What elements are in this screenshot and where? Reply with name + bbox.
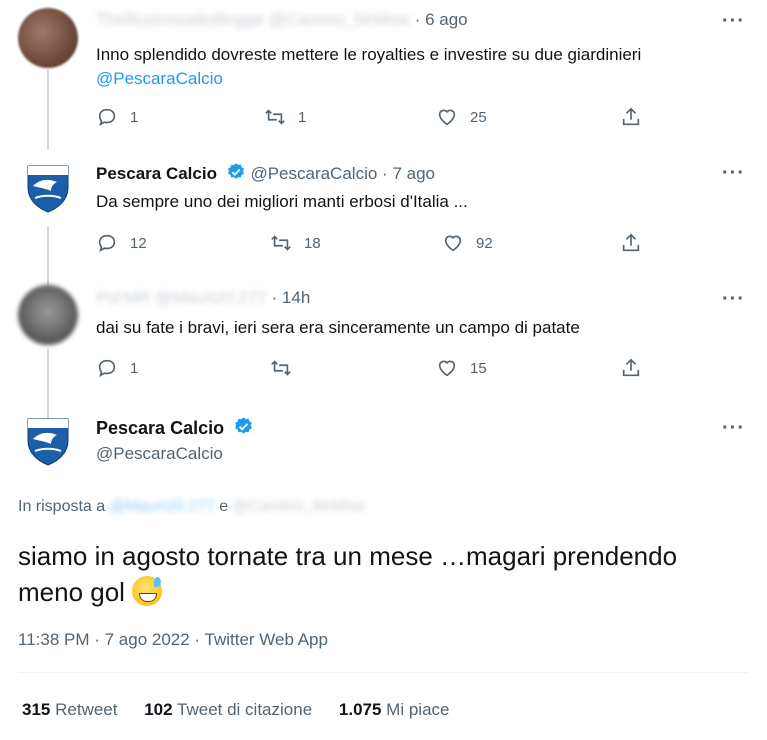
quotes-label: Tweet di citazione bbox=[177, 700, 313, 719]
tweet-header: Pui'MR @Maun20.277 · 14h bbox=[96, 288, 310, 308]
more-options-button[interactable]: ··· bbox=[722, 417, 745, 440]
tweet-text: Inno splendido dovreste mettere le royal… bbox=[96, 43, 641, 91]
retweet-count: 1 bbox=[298, 108, 307, 126]
author-name[interactable]: Pui'MR bbox=[96, 288, 150, 307]
tweet-header: ThelliustrisoattoBngge @Camino_MrMise · … bbox=[96, 10, 468, 30]
share-icon bbox=[622, 107, 640, 126]
like-count: 92 bbox=[476, 234, 493, 252]
more-options-button[interactable]: ··· bbox=[722, 162, 745, 185]
reply-icon bbox=[98, 234, 116, 253]
reply-count: 1 bbox=[130, 108, 139, 126]
separator: · bbox=[271, 288, 282, 307]
sweat-smile-emoji-icon bbox=[132, 576, 163, 606]
retweet-button[interactable]: 18 bbox=[270, 232, 321, 254]
reply-context: In risposta a @Maun20.277 e @Camino_MrMi… bbox=[18, 498, 365, 516]
share-icon bbox=[622, 233, 640, 252]
main-author-handle[interactable]: @PescaraCalcio bbox=[96, 444, 223, 464]
reply-mention[interactable]: @Camino_MrMise bbox=[233, 498, 366, 515]
likes-count: 1.075 bbox=[338, 700, 382, 719]
tweet-actions: 1 1 25 bbox=[96, 106, 656, 130]
like-count: 25 bbox=[470, 108, 487, 126]
author-handle[interactable]: @Maun20.277 bbox=[155, 288, 267, 307]
more-options-button[interactable]: ··· bbox=[722, 10, 745, 33]
thread-tweet-1[interactable]: ThelliustrisoattoBngge @Camino_MrMise · … bbox=[0, 0, 767, 150]
likes-label: Mi piace bbox=[386, 700, 450, 719]
like-icon bbox=[438, 360, 456, 377]
tweet-actions: 1 15 bbox=[96, 357, 656, 381]
like-button[interactable]: 15 bbox=[436, 357, 487, 379]
retweet-icon bbox=[271, 360, 291, 376]
mention-link[interactable]: @PescaraCalcio bbox=[96, 67, 641, 91]
retweets-count: 315 bbox=[22, 700, 51, 719]
tweet-time[interactable]: 7 ago bbox=[392, 164, 435, 183]
separator: · bbox=[382, 164, 393, 183]
tweet-header: Pescara Calcio @PescaraCalcio · 7 ago bbox=[96, 162, 435, 184]
author-handle[interactable]: @PescaraCalcio bbox=[250, 164, 377, 183]
club-logo-icon[interactable] bbox=[25, 164, 71, 214]
reply-button[interactable]: 1 bbox=[96, 106, 138, 128]
retweets-label: Retweet bbox=[55, 700, 118, 719]
like-count: 15 bbox=[470, 359, 487, 377]
main-author-name[interactable]: Pescara Calcio bbox=[96, 416, 254, 439]
reply-icon bbox=[98, 359, 116, 378]
tweet-actions: 12 18 92 bbox=[96, 232, 656, 256]
tweet-time[interactable]: 6 ago bbox=[425, 10, 468, 29]
author-name[interactable]: Pescara Calcio bbox=[96, 164, 217, 183]
reply-button[interactable]: 12 bbox=[96, 232, 147, 254]
thread-line bbox=[47, 349, 49, 419]
verified-badge-icon bbox=[235, 417, 253, 434]
retweet-button[interactable]: 1 bbox=[264, 106, 306, 128]
like-icon bbox=[438, 109, 456, 126]
tweet-text: siamo in agosto tornate tra un mese …mag… bbox=[18, 541, 678, 607]
thread-line bbox=[47, 70, 49, 150]
reply-button[interactable]: 1 bbox=[96, 357, 138, 379]
engagement-stats: 315 Retweet 102 Tweet di citazione 1.075… bbox=[22, 700, 471, 720]
retweet-icon bbox=[265, 109, 285, 125]
share-button[interactable] bbox=[620, 232, 642, 254]
tweet-text-line: Inno splendido dovreste mettere le royal… bbox=[96, 45, 642, 64]
share-button[interactable] bbox=[620, 106, 642, 128]
author-name[interactable]: ThelliustrisoattoBngge bbox=[96, 10, 264, 29]
verified-badge-icon bbox=[227, 163, 244, 179]
quotes-count: 102 bbox=[144, 700, 173, 719]
reply-and: e bbox=[219, 498, 229, 515]
reply-mention[interactable]: @Maun20.277 bbox=[110, 498, 215, 515]
like-button[interactable]: 25 bbox=[436, 106, 487, 128]
tweet-timestamp[interactable]: 11:38 PM · 7 ago 2022 · Twitter Web App bbox=[18, 630, 328, 650]
divider bbox=[18, 672, 748, 673]
like-icon bbox=[444, 235, 462, 252]
tweet-time[interactable]: 14h bbox=[282, 288, 310, 307]
main-tweet-text: siamo in agosto tornate tra un mese …mag… bbox=[18, 538, 738, 610]
reply-count: 1 bbox=[130, 359, 139, 377]
reply-count: 12 bbox=[130, 234, 147, 252]
author-name[interactable]: Pescara Calcio bbox=[96, 418, 224, 438]
reply-icon bbox=[98, 108, 116, 127]
more-options-button[interactable]: ··· bbox=[722, 288, 745, 311]
author-handle[interactable]: @Camino_MrMise bbox=[269, 10, 410, 29]
likes-stat[interactable]: 1.075 Mi piace bbox=[339, 700, 450, 719]
thread-tweet-3[interactable]: Pui'MR @Maun20.277 · 14h ··· dai su fate… bbox=[0, 275, 767, 419]
tweet-text: dai su fate i bravi, ieri sera era since… bbox=[96, 318, 580, 337]
separator: · bbox=[414, 10, 426, 29]
retweet-count: 18 bbox=[304, 234, 321, 252]
retweet-button[interactable] bbox=[270, 357, 304, 379]
share-button[interactable] bbox=[620, 357, 642, 379]
retweets-stat[interactable]: 315 Retweet bbox=[22, 700, 117, 719]
retweet-icon bbox=[271, 235, 291, 251]
share-icon bbox=[622, 358, 640, 377]
reply-prefix: In risposta a bbox=[18, 498, 106, 515]
thread-tweet-2[interactable]: Pescara Calcio @PescaraCalcio · 7 ago ··… bbox=[0, 150, 767, 300]
club-logo-icon[interactable] bbox=[25, 417, 71, 467]
tweet-text: Da sempre uno dei migliori manti erbosi … bbox=[96, 192, 468, 211]
like-button[interactable]: 92 bbox=[442, 232, 493, 254]
avatar[interactable] bbox=[18, 285, 78, 345]
quotes-stat[interactable]: 102 Tweet di citazione bbox=[144, 700, 312, 719]
avatar[interactable] bbox=[18, 8, 78, 68]
